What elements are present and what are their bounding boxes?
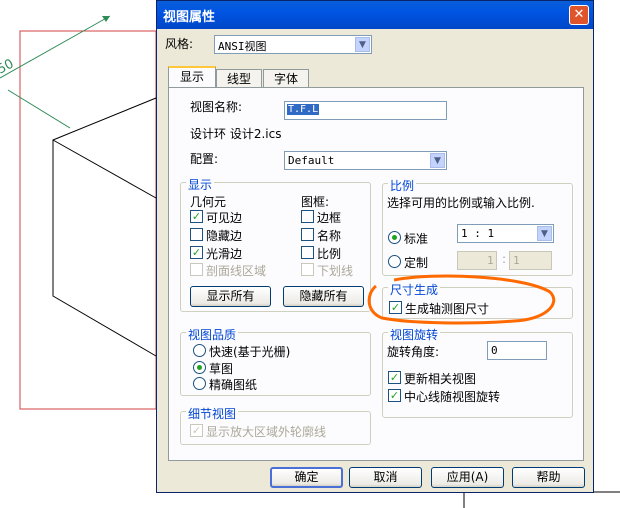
- centerline-rotate-checkbox[interactable]: ✓: [388, 389, 401, 402]
- custom-scale-right-value: 1: [513, 254, 520, 267]
- border-checkbox[interactable]: [301, 210, 314, 223]
- dialog-title: 视图属性: [163, 10, 216, 25]
- underline-checkbox: [301, 263, 314, 276]
- dimension-line: [0, 15, 111, 79]
- highlight-annotation: [367, 274, 556, 325]
- visible-edges-checkbox[interactable]: ✓: [190, 210, 203, 223]
- tab-font[interactable]: 字体: [263, 69, 309, 89]
- view-name-input[interactable]: T.F.L: [284, 101, 447, 120]
- apply-button[interactable]: 应用(A): [431, 467, 504, 488]
- custom-scale-radio[interactable]: [388, 255, 401, 268]
- name-checkbox[interactable]: [301, 228, 314, 241]
- chevron-down-icon[interactable]: ▼: [355, 37, 370, 52]
- fast-quality-label: 快速(基于光栅): [209, 345, 291, 359]
- rotation-group-title: 视图旋转: [388, 326, 441, 343]
- config-value: Default: [288, 154, 335, 167]
- rotation-angle-value: 0: [491, 344, 498, 357]
- style-dropdown[interactable]: ANSI视图 ▼: [214, 35, 372, 54]
- custom-scale-left-value: 1: [487, 254, 494, 267]
- section-region-checkbox: [190, 263, 203, 276]
- chevron-down-icon[interactable]: ▼: [537, 226, 552, 241]
- quality-group-title: 视图品质: [186, 326, 239, 343]
- tab-display[interactable]: 显示: [168, 66, 216, 88]
- visible-edges-label: 可见边: [206, 211, 243, 225]
- scale-group-title: 比例: [388, 177, 417, 194]
- design-env-text: 设计环 设计2.ics: [190, 127, 282, 141]
- hidden-edges-label: 隐藏边: [206, 229, 243, 243]
- custom-scale-right-input: 1: [509, 251, 552, 270]
- smooth-edges-checkbox[interactable]: ✓: [190, 246, 203, 259]
- style-label: 风格:: [165, 37, 194, 51]
- close-button[interactable]: ✕: [569, 5, 589, 25]
- show-outline-checkbox: ✓: [190, 424, 203, 437]
- underline-label: 下划线: [317, 264, 354, 278]
- rotation-angle-label: 旋转角度:: [387, 345, 440, 359]
- standard-scale-radio[interactable]: [388, 231, 401, 244]
- dimension-text: 50: [0, 57, 16, 78]
- config-label: 配置:: [190, 152, 219, 166]
- dimension-arrow: [102, 16, 110, 22]
- view-name-label: 视图名称:: [190, 100, 243, 114]
- hidden-edges-checkbox[interactable]: [190, 228, 203, 241]
- standard-scale-value: 1 : 1: [461, 227, 495, 240]
- section-region-label: 剖面线区域: [206, 264, 267, 278]
- update-related-label: 更新相关视图: [404, 372, 477, 386]
- part-edge: [52, 139, 157, 199]
- scale-checkbox[interactable]: [301, 246, 314, 259]
- extension-line: [7, 89, 71, 129]
- cancel-button[interactable]: 取消: [349, 467, 422, 488]
- display-group-title: 显示: [186, 176, 215, 193]
- standard-scale-label: 标准: [404, 232, 429, 246]
- standard-scale-dropdown[interactable]: 1 : 1 ▼: [457, 224, 554, 243]
- chevron-down-icon[interactable]: ▼: [430, 153, 445, 168]
- geometry-header: 几何元: [190, 195, 227, 209]
- precise-quality-radio[interactable]: [193, 377, 206, 390]
- smooth-edges-label: 光滑边: [206, 247, 243, 261]
- precise-quality-label: 精确图纸: [209, 378, 258, 392]
- show-outline-label: 显示放大区域外轮廓线: [206, 425, 327, 439]
- border-label: 边框: [317, 211, 342, 225]
- config-dropdown[interactable]: Default ▼: [284, 151, 447, 170]
- fast-quality-radio[interactable]: [193, 344, 206, 357]
- part-outline: [52, 97, 157, 357]
- scale-hint: 选择可用的比例或输入比例.: [387, 196, 535, 210]
- tab-linetype[interactable]: 线型: [216, 69, 262, 89]
- scale-label: 比例: [317, 247, 342, 261]
- detail-group-title: 细节视图: [186, 405, 239, 422]
- frame-header: 图框:: [301, 195, 330, 209]
- draft-quality-label: 草图: [209, 362, 234, 376]
- update-related-checkbox[interactable]: ✓: [388, 371, 401, 384]
- name-label: 名称: [317, 229, 342, 243]
- style-value: ANSI视图: [218, 40, 267, 53]
- custom-scale-left-input: 1: [457, 251, 497, 270]
- show-all-button[interactable]: 显示所有: [190, 286, 271, 307]
- rotation-angle-input[interactable]: 0: [487, 341, 547, 360]
- custom-scale-label: 定制: [404, 256, 429, 270]
- view-properties-dialog: 视图属性 ✕ 风格: ANSI视图 ▼ 显示 线型 字体 视图名称: T.F.L…: [156, 0, 594, 493]
- drawing-frame: [19, 30, 157, 410]
- centerline-rotate-label: 中心线随视图旋转: [404, 390, 501, 404]
- hide-all-button[interactable]: 隐藏所有: [283, 286, 364, 307]
- ok-button[interactable]: 确定: [270, 467, 343, 488]
- draft-quality-radio[interactable]: [193, 361, 206, 374]
- title-bar[interactable]: 视图属性 ✕: [157, 1, 593, 29]
- view-name-value: T.F.L: [287, 104, 320, 115]
- custom-scale-separator: :: [502, 252, 507, 266]
- help-button[interactable]: 帮助: [512, 467, 585, 488]
